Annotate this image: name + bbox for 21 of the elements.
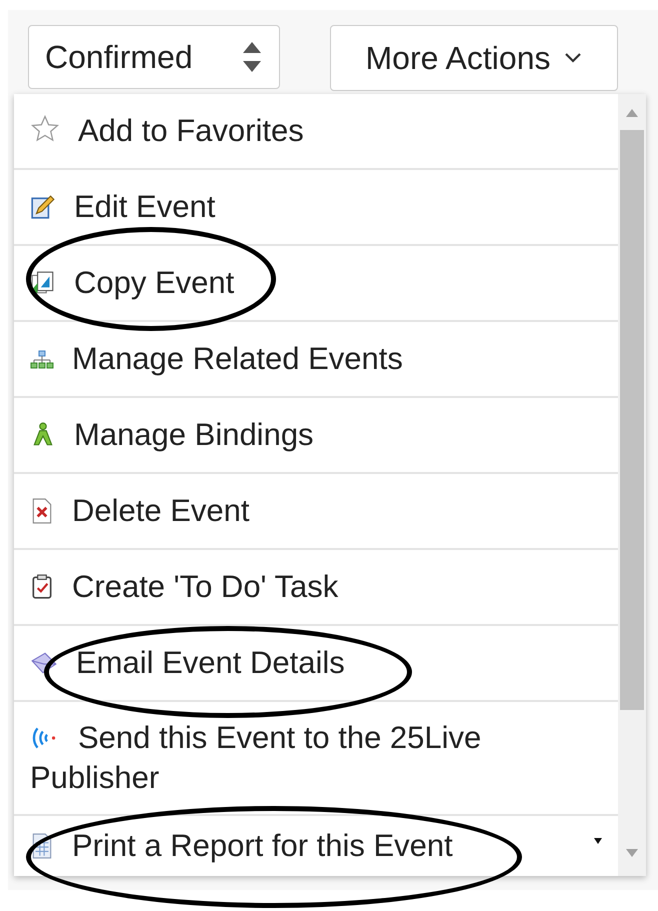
menu-item[interactable]: Manage Related Events xyxy=(30,339,606,379)
menu-item[interactable]: Add to Favorites xyxy=(30,111,606,151)
menu-item[interactable]: Delete Event xyxy=(30,491,606,531)
up-down-arrows-icon xyxy=(241,40,263,74)
more-actions-button[interactable]: More Actions xyxy=(330,25,618,91)
scrollbar-thumb[interactable] xyxy=(620,130,644,710)
delete-document-icon xyxy=(30,498,54,524)
copy-icon xyxy=(30,270,56,296)
menu-item[interactable]: Edit Event xyxy=(30,187,606,227)
star-icon xyxy=(30,114,60,144)
envelope-icon xyxy=(30,650,58,676)
status-select[interactable]: Confirmed xyxy=(28,25,280,89)
menu-item[interactable]: Email Event Details xyxy=(30,643,606,683)
menu-item[interactable]: Manage Bindings xyxy=(30,415,606,455)
menu-item[interactable]: Send this Event to the 25Live Publisher xyxy=(30,718,606,798)
menu-item[interactable]: Create 'To Do' Task xyxy=(30,567,606,607)
scroll-up-icon xyxy=(625,108,639,118)
chevron-down-icon xyxy=(564,52,582,64)
clipboard-icon xyxy=(30,574,54,600)
scroll-down-icon xyxy=(625,848,639,858)
pencil-icon xyxy=(30,194,56,220)
